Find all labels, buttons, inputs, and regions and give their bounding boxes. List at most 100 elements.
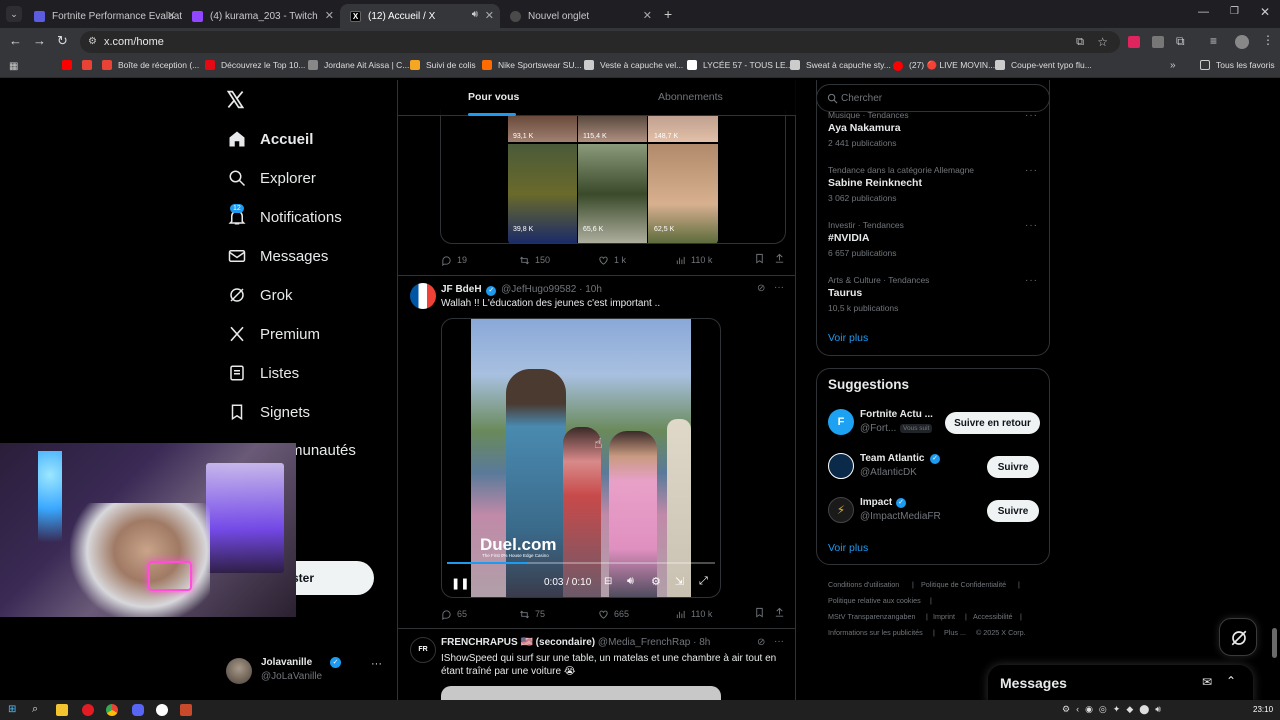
messages-drawer[interactable]: Messages ✉ ⌃ xyxy=(988,665,1253,705)
grok-icon[interactable]: ⊘ xyxy=(757,637,765,648)
sidebar-item-communities[interactable]: munautés xyxy=(290,442,356,459)
author-handle[interactable]: @JefHugo99582 xyxy=(501,284,576,295)
collapse-icon[interactable]: ⌃ xyxy=(1226,674,1236,688)
tab-close-icon[interactable]: ✕ xyxy=(485,9,494,22)
bookmark-button[interactable] xyxy=(754,253,765,266)
avatar[interactable] xyxy=(410,283,436,309)
site-info-icon[interactable]: ⚙ xyxy=(88,31,97,53)
browser-tab-active[interactable]: X (12) Accueil / X 🔊︎ ✕ xyxy=(340,4,500,28)
more-icon[interactable]: ··· xyxy=(1025,275,1038,286)
account-switcher[interactable]: Jolavanille ✓ @JoLaVanille ··· xyxy=(226,656,386,692)
fullscreen-icon[interactable]: ⤢ xyxy=(699,575,708,588)
restore-button[interactable]: ❐ xyxy=(1230,6,1239,17)
back-icon[interactable]: ← xyxy=(9,33,22,48)
follow-button[interactable]: Suivre xyxy=(987,456,1039,478)
reload-icon[interactable]: ↻ xyxy=(57,33,68,49)
repost-button[interactable]: 75 xyxy=(519,609,545,620)
trend-item[interactable]: Musique · Tendances Aya Nakamura 2 441 p… xyxy=(828,110,1038,148)
author-name[interactable]: JF BdeH xyxy=(441,284,482,295)
more-icon[interactable]: ··· xyxy=(1025,165,1038,176)
window-close-button[interactable]: ✕ xyxy=(1260,5,1270,19)
tweet-media[interactable] xyxy=(441,686,721,700)
forward-icon[interactable]: → xyxy=(33,33,46,48)
volume-icon[interactable]: 🔊︎ xyxy=(627,575,634,588)
search-input[interactable]: Chercher xyxy=(841,93,882,104)
footer-more-link[interactable]: Plus ... xyxy=(944,628,966,637)
sidebar-item-notifications[interactable]: Notifications 12 xyxy=(228,204,342,226)
bookmark-gmail[interactable] xyxy=(82,60,98,70)
install-icon[interactable]: ⧉ xyxy=(1076,31,1084,53)
share-button[interactable] xyxy=(774,253,785,266)
footer-link[interactable]: Politique relative aux cookies xyxy=(828,596,921,605)
grok-floating-button[interactable] xyxy=(1219,618,1257,656)
footer-link[interactable]: Conditions d'utilisation xyxy=(828,580,899,589)
url-input[interactable]: ⚙ x.com/home ⧉ ☆ xyxy=(80,31,1120,53)
repost-button[interactable]: 150 xyxy=(519,255,550,266)
trend-item[interactable]: Investir · Tendances #NVIDIA 6 657 publi… xyxy=(828,220,1038,258)
bookmark-item[interactable]: Nike Sportswear SU... xyxy=(482,60,582,70)
apps-icon[interactable]: ▦ xyxy=(9,61,18,72)
sidebar-item-premium[interactable]: Premium xyxy=(228,325,320,343)
trend-item[interactable]: Arts & Culture · Tendances Taurus 10,5 k… xyxy=(828,275,1038,313)
x-logo[interactable] xyxy=(226,90,245,114)
extension-icon[interactable] xyxy=(1152,36,1164,48)
new-tab-button[interactable]: + xyxy=(664,6,672,22)
follow-button[interactable]: Suivre xyxy=(987,500,1039,522)
app-icon[interactable] xyxy=(180,704,192,716)
like-button[interactable]: 665 xyxy=(598,609,629,620)
chrome-icon[interactable] xyxy=(106,704,118,716)
sidebar-item-lists[interactable]: Listes xyxy=(228,364,299,382)
author-handle[interactable]: @Media_FrenchRap xyxy=(598,637,690,648)
reply-button[interactable]: 65 xyxy=(441,609,467,620)
more-icon[interactable]: ··· xyxy=(1025,220,1038,231)
footer-link[interactable]: Politique de Confidentialité xyxy=(921,580,1006,589)
bookmark-item[interactable]: LYCÉE 57 - TOUS LE... xyxy=(687,60,793,70)
footer-link[interactable]: MStV Transparenzangaben xyxy=(828,612,916,621)
clock[interactable]: 23:10 xyxy=(1253,705,1273,714)
video-progress-track[interactable] xyxy=(447,562,715,564)
search-box[interactable]: Chercher xyxy=(816,84,1050,112)
tab-close-icon[interactable]: ✕ xyxy=(325,9,334,22)
tweet-time[interactable]: · 10h xyxy=(579,284,602,295)
show-more-link[interactable]: Voir plus xyxy=(828,542,868,554)
bookmark-item[interactable]: Découvrez le Top 10... xyxy=(205,60,305,70)
avatar[interactable]: FR xyxy=(410,637,436,663)
extension-icon[interactable] xyxy=(1128,36,1140,48)
like-button[interactable]: 1 k xyxy=(598,255,626,266)
suggestion-row[interactable]: ⚡︎ Impact ✓ @ImpactMediaFR Suivre xyxy=(828,497,1040,525)
suggestion-row[interactable]: F Fortnite Actu ... @Fort... Vous suit S… xyxy=(828,409,1040,437)
footer-link[interactable]: Informations sur les publicités xyxy=(828,628,923,637)
bookmark-item[interactable]: Coupe-vent typo flu... xyxy=(995,60,1092,70)
tweet-time[interactable]: · 8h xyxy=(693,637,710,648)
suggestion-row[interactable]: Team Atlantic ✓ @AtlanticDK Suivre xyxy=(828,453,1040,481)
browser-tab[interactable]: Nouvel onglet ✕ xyxy=(500,4,658,28)
views-button[interactable]: 110 k xyxy=(675,609,712,620)
bookmark-item[interactable]: Boîte de réception (... xyxy=(102,60,199,70)
follow-back-button[interactable]: Suivre en retour xyxy=(945,412,1040,434)
tab-list-button[interactable]: ⌄ xyxy=(6,6,22,22)
author-name[interactable]: FRENCHRAPUS 🇺🇸 (secondaire) xyxy=(441,637,595,648)
sidebar-item-explore[interactable]: Explorer xyxy=(228,169,316,187)
views-button[interactable]: 110 k xyxy=(675,255,712,266)
bookmark-item[interactable]: Veste à capuche vel... xyxy=(584,60,683,70)
minimize-button[interactable]: — xyxy=(1198,6,1209,18)
system-tray[interactable]: ⚙‹◉◎✦◆⬤🔊︎ xyxy=(1062,704,1167,715)
bookmark-youtube[interactable] xyxy=(62,60,78,70)
footer-link[interactable]: Accessibilité xyxy=(973,612,1013,621)
sidebar-item-home[interactable]: Accueil xyxy=(228,130,313,148)
new-message-icon[interactable]: ✉ xyxy=(1202,675,1212,689)
more-icon[interactable]: ··· xyxy=(774,282,784,293)
grok-icon[interactable]: ⊘ xyxy=(757,283,765,294)
tweet-video[interactable]: Duel.com The First 0% House Edge Casino … xyxy=(441,318,721,598)
settings-icon[interactable]: ⚙ xyxy=(651,575,661,588)
dock-icon[interactable]: ⇲ xyxy=(675,575,684,588)
footer-link[interactable]: Imprint xyxy=(933,612,955,621)
share-button[interactable] xyxy=(774,607,785,620)
opera-icon[interactable] xyxy=(82,704,94,716)
file-explorer-icon[interactable] xyxy=(56,704,68,716)
captions-icon[interactable]: ⊟ xyxy=(604,576,612,587)
discord-icon[interactable] xyxy=(132,704,144,716)
browser-tab[interactable]: Fortnite Performance Evaluatio ✕ xyxy=(24,4,182,28)
tab-following[interactable]: Abonnements xyxy=(658,91,723,103)
search-icon[interactable]: ⌕ xyxy=(32,703,38,716)
